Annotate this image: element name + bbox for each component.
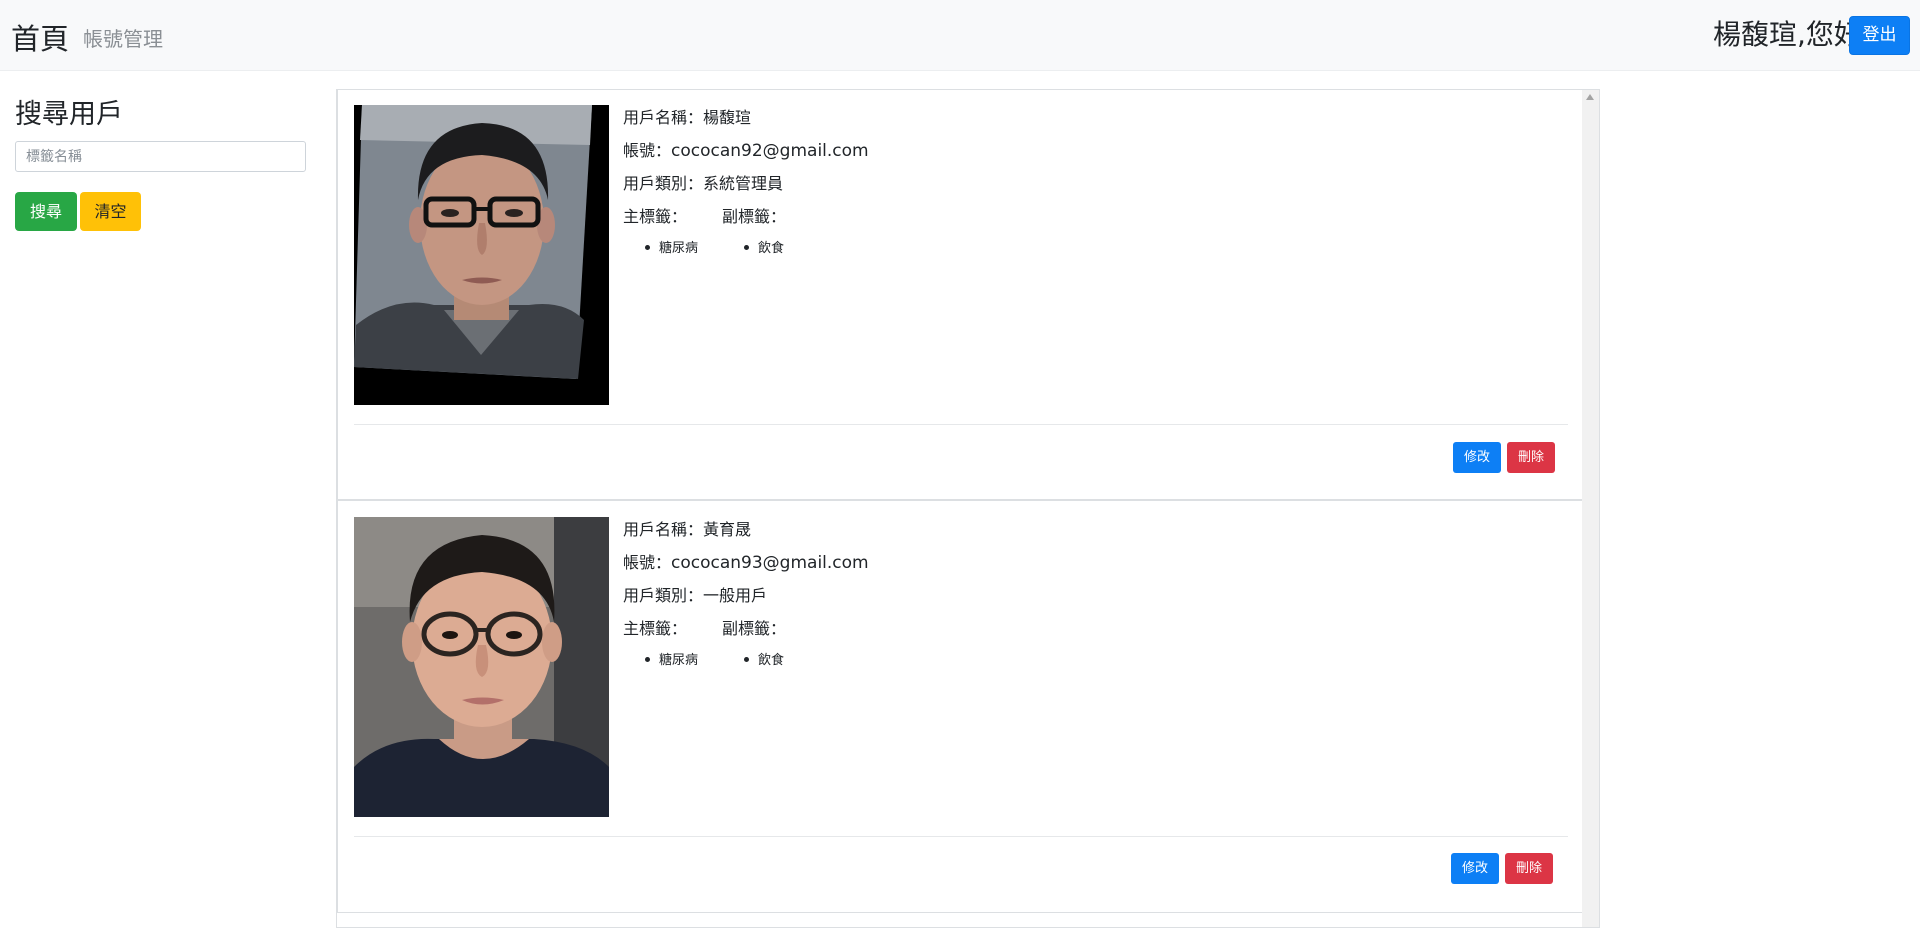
avatar-image	[354, 517, 609, 817]
sub-tag-text: 飲食	[758, 241, 785, 256]
username-row: 用戶名稱：黃育晟	[623, 519, 869, 552]
username-label: 用戶名稱：	[623, 520, 704, 539]
tags-section: 主標籤： 糖尿病 副標籤： 飲食	[623, 618, 869, 678]
user-greeting: 楊馥瑄,您好	[1713, 18, 1862, 51]
user-info: 用戶名稱：楊馥瑄 帳號：cococan92@gmail.com 用戶類別：系統管…	[623, 107, 869, 266]
user-card: 用戶名稱：黃育晟 帳號：cococan93@gmail.com 用戶類別：一般用…	[337, 500, 1583, 913]
account-row: 帳號：cococan92@gmail.com	[623, 140, 869, 173]
account-management-link[interactable]: 帳號管理	[83, 23, 163, 52]
user-avatar-photo	[354, 517, 609, 817]
username-label: 用戶名稱：	[623, 108, 704, 127]
list-scrollbar[interactable]	[1582, 90, 1599, 927]
category-value: 系統管理員	[703, 174, 784, 193]
main-tags: 主標籤： 糖尿病	[623, 618, 698, 668]
edit-button[interactable]: 修改	[1453, 442, 1501, 473]
bullet-icon	[744, 657, 749, 662]
sub-tag-item: 飲食	[744, 649, 784, 668]
bullet-icon	[645, 657, 650, 662]
category-row: 用戶類別：系統管理員	[623, 173, 869, 206]
user-info: 用戶名稱：黃育晟 帳號：cococan93@gmail.com 用戶類別：一般用…	[623, 519, 869, 678]
category-value: 一般用戶	[703, 586, 768, 605]
search-title: 搜尋用戶	[15, 99, 123, 130]
bullet-icon	[744, 245, 749, 250]
category-label: 用戶類別：	[623, 586, 704, 605]
sub-tags: 副標籤： 飲食	[722, 618, 787, 668]
main-tag-item: 糖尿病	[645, 237, 698, 256]
account-label: 帳號：	[623, 141, 672, 160]
card-divider	[354, 836, 1568, 837]
category-row: 用戶類別：一般用戶	[623, 585, 869, 618]
sub-tags: 副標籤： 飲食	[722, 206, 787, 256]
username-value: 楊馥瑄	[703, 108, 752, 127]
user-avatar-photo	[354, 105, 609, 405]
card-divider	[354, 424, 1568, 425]
account-value: cococan92@gmail.com	[671, 141, 869, 161]
tags-section: 主標籤： 糖尿病 副標籤： 飲食	[623, 206, 869, 266]
sub-tag-item: 飲食	[744, 237, 784, 256]
search-button[interactable]: 搜尋	[15, 192, 77, 231]
user-list: 用戶名稱：楊馥瑄 帳號：cococan92@gmail.com 用戶類別：系統管…	[336, 89, 1600, 928]
account-value: cococan93@gmail.com	[671, 553, 869, 573]
clear-button[interactable]: 清空	[80, 192, 141, 231]
main-tags: 主標籤： 糖尿病	[623, 206, 698, 256]
main-tag-label: 主標籤：	[623, 619, 688, 638]
sub-tag-text: 飲食	[758, 653, 785, 668]
top-navbar: 首頁 帳號管理 楊馥瑄,您好 登出	[0, 0, 1920, 71]
delete-button[interactable]: 刪除	[1507, 442, 1555, 473]
category-label: 用戶類別：	[623, 174, 704, 193]
avatar-image	[354, 105, 609, 405]
main-tag-item: 糖尿病	[645, 649, 698, 668]
sub-tag-label: 副標籤：	[722, 619, 787, 638]
edit-button[interactable]: 修改	[1451, 853, 1499, 884]
account-label: 帳號：	[623, 553, 672, 572]
main-tag-label: 主標籤：	[623, 207, 688, 226]
username-row: 用戶名稱：楊馥瑄	[623, 107, 869, 140]
account-row: 帳號：cococan93@gmail.com	[623, 552, 869, 585]
tag-search-input[interactable]	[15, 141, 306, 172]
sub-tag-label: 副標籤：	[722, 207, 787, 226]
home-link[interactable]: 首頁	[11, 16, 69, 58]
main-tag-text: 糖尿病	[659, 241, 699, 256]
logout-button[interactable]: 登出	[1849, 16, 1910, 55]
user-card: 用戶名稱：楊馥瑄 帳號：cococan92@gmail.com 用戶類別：系統管…	[337, 90, 1583, 500]
delete-button[interactable]: 刪除	[1505, 853, 1553, 884]
scroll-up-arrow-icon[interactable]	[1586, 94, 1594, 100]
username-value: 黃育晟	[703, 520, 752, 539]
main-tag-text: 糖尿病	[659, 653, 699, 668]
bullet-icon	[645, 245, 650, 250]
